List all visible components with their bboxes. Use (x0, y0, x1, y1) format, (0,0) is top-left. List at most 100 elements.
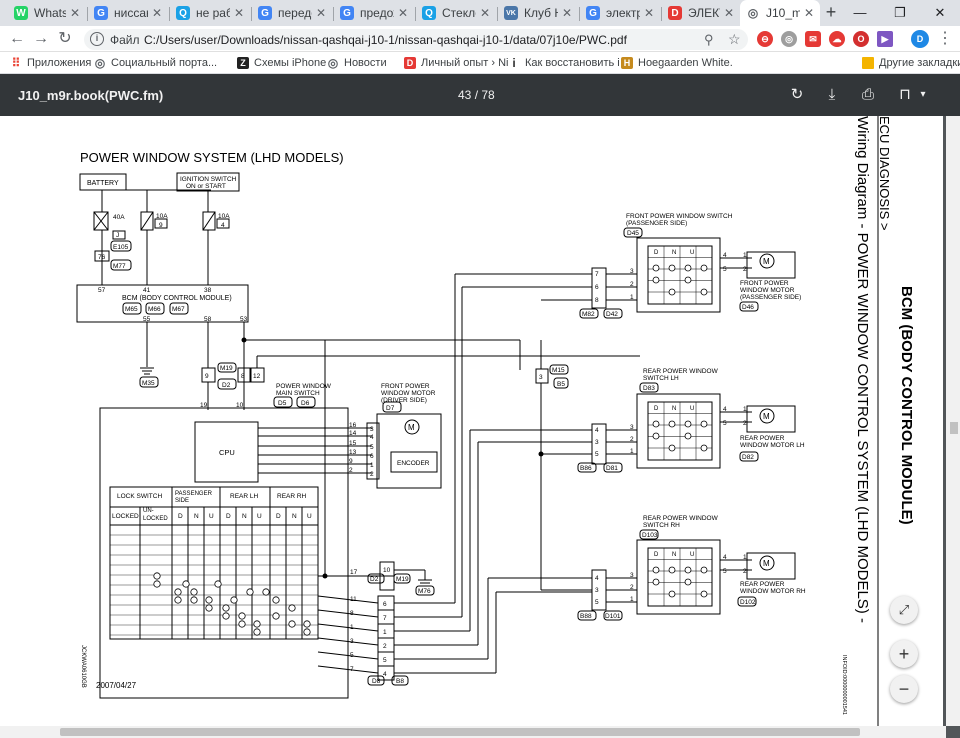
zoom-out-button[interactable]: − (890, 675, 918, 703)
bookmark-other[interactable]: Другие закладки (862, 55, 960, 71)
bookmark-hoegaarden[interactable]: H Hoegaarden White... (621, 55, 733, 71)
motor-label: WINDOW MOTOR LH (740, 442, 805, 449)
bookmark-drive2[interactable]: DЛичный опыт › Nis... (404, 55, 508, 71)
pin-label: 4 (723, 252, 727, 259)
vertical-scrollbar[interactable] (946, 116, 960, 726)
pin-label: 1 (383, 629, 387, 636)
close-icon[interactable]: ✕ (480, 6, 490, 20)
table-header: N (292, 513, 297, 520)
minimize-button[interactable]: — (840, 0, 880, 26)
close-icon[interactable]: ✕ (804, 6, 814, 20)
connector-label: D42 (606, 311, 618, 318)
close-window-button[interactable]: ✕ (920, 0, 960, 26)
extension-red-icon[interactable]: ☁ (829, 31, 845, 47)
pdf-viewer[interactable]: D N U D N U D N U POWER WINDOW SYSTEM (LHD MODEL… (0, 116, 960, 738)
grid-label: D (654, 552, 659, 558)
motor-label: REAR POWER (740, 581, 785, 588)
motor-label: WINDOW MOTOR RH (740, 588, 806, 595)
fit-page-button[interactable]: ⤢ (890, 596, 918, 624)
pin-label: 38 (204, 287, 212, 294)
bookmark-icon[interactable]: ⊓ (895, 85, 915, 105)
print-icon[interactable]: ⎙ (858, 85, 878, 105)
tab-whatsapp[interactable]: WWhatsApp✕ (8, 0, 86, 26)
menu-icon[interactable]: ⋮ (936, 30, 954, 48)
switch-contact (668, 590, 676, 598)
extension-globe-icon[interactable]: ◎ (781, 31, 797, 47)
switch-contact (652, 276, 660, 284)
close-icon[interactable]: ✕ (70, 6, 80, 20)
extension-mail-icon[interactable]: ✉ (805, 31, 821, 47)
pin-label: 4 (383, 671, 387, 678)
switch-contact (684, 566, 692, 574)
motor-label: FRONT POWER (381, 383, 430, 390)
bookmark-social[interactable]: ◎ Социальный порта... (94, 55, 226, 71)
info-icon[interactable]: i (90, 32, 104, 46)
tab-google-2[interactable]: Gпередо✕ (252, 0, 332, 26)
pin-label: 3 (630, 572, 634, 579)
bookmark-iphone[interactable]: ZСхемы iPhone и iP... (237, 55, 333, 71)
connector-label: M65 (125, 306, 138, 313)
more-icon[interactable]: ▾ (913, 85, 933, 105)
pin-label: 14 (349, 430, 357, 437)
globe-icon: ◎ (94, 56, 106, 70)
back-button[interactable]: ← (8, 30, 26, 48)
tab-google-1[interactable]: Gниссан✕ (88, 0, 168, 26)
star-icon[interactable]: ☆ (728, 31, 741, 48)
zoom-icon[interactable]: ⚲ (704, 32, 714, 48)
pin-label: 12 (253, 373, 261, 380)
tab-q-1[interactable]: Qне рабо✕ (170, 0, 250, 26)
table-header: D (226, 513, 231, 520)
avatar[interactable]: D (911, 30, 929, 48)
vertical-scroll-thumb[interactable] (950, 422, 958, 434)
rotate-icon[interactable]: ↻ (787, 85, 807, 105)
switch-contact (222, 612, 230, 620)
close-icon[interactable]: ✕ (398, 6, 408, 20)
table-header: U (307, 513, 312, 520)
url-text[interactable]: C:/Users/user/Downloads/nissan-qashqai-j… (144, 33, 627, 47)
close-icon[interactable]: ✕ (316, 6, 326, 20)
extension-play-icon[interactable]: ▶ (877, 31, 893, 47)
close-icon[interactable]: ✕ (234, 6, 244, 20)
maximize-button[interactable]: ❐ (880, 0, 920, 26)
pin-label: 3 (595, 587, 599, 594)
switch-contact (652, 420, 660, 428)
close-icon[interactable]: ✕ (644, 6, 654, 20)
motor-label: FRONT POWER (740, 280, 789, 287)
connector-label: D45 (627, 230, 639, 237)
tab-pdf-active[interactable]: ◎J10_m9r✕ (740, 0, 820, 26)
switch-contact (246, 588, 254, 596)
close-icon[interactable]: ✕ (562, 6, 572, 20)
extension-red-icon[interactable]: ⊖ (757, 31, 773, 47)
address-bar[interactable]: i Файл C:/Users/user/Downloads/nissan-qa… (84, 29, 748, 50)
reload-button[interactable]: ↻ (56, 30, 74, 48)
tab-q-2[interactable]: QСтекло✕ (416, 0, 496, 26)
new-tab-button[interactable]: + (822, 3, 840, 22)
tab-google-3[interactable]: Gпредохр✕ (334, 0, 414, 26)
close-icon[interactable]: ✕ (152, 6, 162, 20)
motor-icon: M (763, 559, 770, 568)
diagram-code: JCKWA0610GB (80, 645, 86, 688)
download-icon[interactable]: ⤓ (822, 85, 842, 105)
pin-label: 8 (595, 297, 599, 304)
bookmark-news[interactable]: ◎ Новости (327, 55, 387, 71)
tab-google-4[interactable]: Gэлектри✕ (580, 0, 660, 26)
zoom-in-button[interactable]: + (890, 640, 918, 668)
pin-label: 2 (349, 467, 353, 474)
bookmark-restore[interactable]: i Как восстановить i... (508, 55, 620, 71)
bookmark-apps[interactable]: ⠿ Приложения (10, 55, 91, 71)
close-icon[interactable]: ✕ (724, 6, 734, 20)
globe-icon: ◎ (327, 56, 339, 70)
forward-button[interactable]: → (32, 30, 50, 48)
switch-contact (668, 444, 676, 452)
opera-icon[interactable]: O (853, 31, 869, 47)
tab-vk[interactable]: VKКлуб Ни✕ (498, 0, 578, 26)
page-indicator[interactable]: 43 / 78 (458, 88, 495, 102)
horizontal-scroll-thumb[interactable] (60, 728, 860, 736)
tab-drive2[interactable]: DЭЛЕКТР✕ (662, 0, 740, 26)
hoegaarden-icon: H (621, 57, 633, 69)
q-icon: Q (422, 6, 436, 20)
pdf-doc-title: J10_m9r.book(PWC.fm) (18, 88, 164, 103)
z-icon: Z (237, 57, 249, 69)
connector-label: M66 (148, 306, 161, 313)
switch-contact (668, 420, 676, 428)
